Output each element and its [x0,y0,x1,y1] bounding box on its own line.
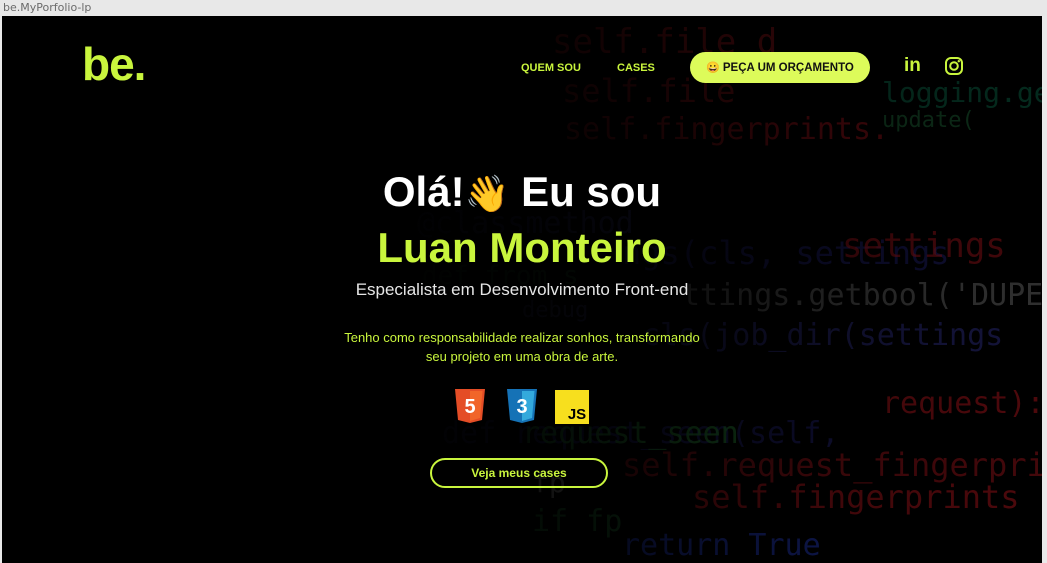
hero-subtitle: Especialista em Desenvolvimento Front-en… [355,280,689,299]
javascript-icon: JS [555,390,589,424]
hero-description: Tenho como responsabilidade realizar son… [312,328,732,366]
waving-hand-icon: 👋 [464,173,510,214]
greeting-text: Olá! [382,168,465,215]
nav-cases[interactable]: CASES [617,62,655,74]
javascript-label: JS [568,406,586,423]
hero-greeting: Olá!👋 Eu sou [2,166,1042,220]
nav-quem-sou[interactable]: QUEM SOU [521,62,581,74]
logo[interactable]: be. [82,38,146,90]
request-quote-button[interactable]: 😀 PEÇA UM ORÇAMENTO [690,52,870,83]
greeting-suffix: Eu sou [521,168,662,215]
instagram-icon[interactable] [944,56,964,76]
request-quote-label: PEÇA UM ORÇAMENTO [722,61,854,74]
linkedin-icon[interactable]: in [904,56,924,76]
hero-section: self.file_d self.file self.fingerprints.… [2,16,1042,563]
smile-icon: 😀 [706,62,720,74]
css3-icon: 3 [507,389,537,423]
window-title: be.MyPorfolio-lp [0,0,1047,16]
window-edge [1042,16,1047,563]
description-line: Tenho como responsabilidade realizar son… [344,330,700,345]
html5-label: 5 [464,396,475,418]
description-line: seu projeto em uma obra de arte. [425,349,619,364]
css3-label: 3 [516,396,527,418]
hero-name: Luan Monteiro [377,224,667,271]
view-cases-button[interactable]: Veja meus cases [430,458,608,488]
html5-icon: 5 [455,389,485,423]
